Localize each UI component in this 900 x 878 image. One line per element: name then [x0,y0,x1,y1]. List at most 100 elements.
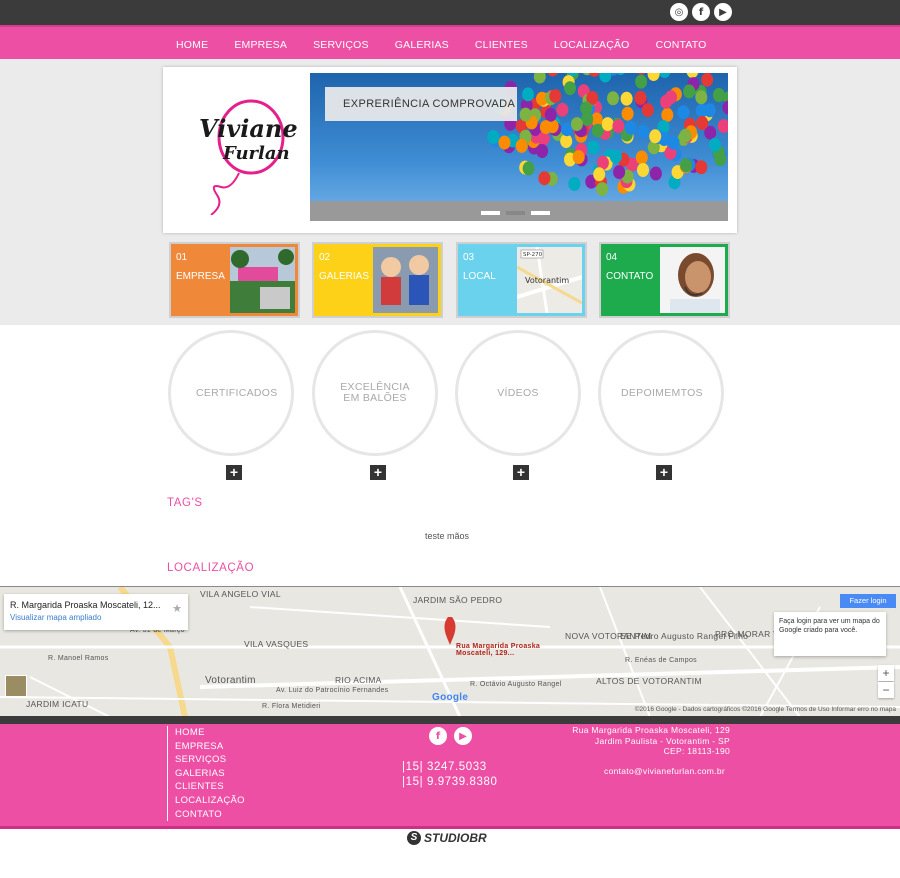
plus-button-videos[interactable]: + [513,465,529,480]
footer-link-home[interactable]: HOME [175,726,245,740]
address-line: Jardim Paulista - Votorantim - SP [594,735,730,746]
main-nav: HOME EMPRESA SERVIÇOS GALERIAS CLIENTES … [0,25,900,59]
balloon-shape [572,150,585,165]
balloon-shape [587,140,600,155]
feature-label: CERTIFICADOS [196,386,278,399]
tag-item[interactable]: teste mãos [425,531,469,541]
balloon-shape [580,101,593,116]
footer-divider [0,716,900,724]
plus-button-excelencia[interactable]: + [370,465,386,480]
balloon-shape [544,107,557,122]
satellite-thumbnail[interactable] [5,675,27,697]
address-line: Rua Margarida Proaska Moscateli, 129 [572,725,730,735]
phone-2[interactable]: |15| 9.9739.8380 [402,775,498,790]
zoom-out-button[interactable]: − [878,682,894,698]
footer-link-galerias[interactable]: GALERIAS [175,767,245,781]
youtube-icon[interactable]: ▶ [454,727,472,745]
balloons-image [487,73,728,197]
nav-item-home[interactable]: HOME [176,39,208,51]
balloon-shape [560,134,573,149]
slider-dot-1[interactable] [481,211,500,215]
balloon-shape [637,73,646,75]
balloon-shape [570,117,583,132]
balloon-shape [637,124,650,139]
plus-button-certificados[interactable]: + [226,465,242,480]
balloon-shape [556,102,569,117]
balloon-shape [679,128,692,143]
map-card-link[interactable]: Visualizar mapa ampliado [10,613,188,622]
map-street: R. Flora Metidieri [262,703,321,710]
local-map: SP-270 Votorantim [517,247,582,313]
tags-title: TAG'S [167,497,203,509]
phone-1[interactable]: |15| 3247.5033 [402,760,498,775]
feature-certificados[interactable]: CERTIFICADOS [168,330,294,456]
footer-social: f ▶ [429,727,472,745]
facebook-icon[interactable]: f [429,727,447,745]
plus-button-depoimentos[interactable]: + [656,465,672,480]
balloon-shape [712,88,725,102]
balloon-shape [665,90,677,105]
balloon-shape [536,144,549,158]
footer-link-clientes[interactable]: CLIENTES [175,780,245,794]
balloon-shape [658,73,671,78]
studio-credit[interactable]: S STUDIOBR [407,831,487,845]
balloon-shape [589,73,600,77]
tile-label: LOCAL [463,271,496,282]
balloon-shape [538,171,551,186]
footer-link-empresa[interactable]: EMPRESA [175,740,245,754]
zoom-in-button[interactable]: + [878,665,894,681]
globe-icon[interactable]: ◎ [670,3,688,21]
login-button[interactable]: Fazer login [840,594,896,608]
nav-item-contato[interactable]: CONTATO [656,39,707,51]
nav-item-localizacao[interactable]: LOCALIZAÇÃO [554,39,630,51]
footer-link-contato[interactable]: CONTATO [175,808,245,822]
nav-item-galerias[interactable]: GALERIAS [395,39,449,51]
map-street: R. Octávio Augusto Rangel [470,681,562,688]
balloon-shape [498,135,511,150]
tile-number: 01 [176,252,188,263]
balloon-shape [634,90,647,105]
logo[interactable]: Viviane Furlan [191,95,301,215]
location-map[interactable]: VILA ANGELO VIAL JARDIM SÃO PEDRO VILA V… [0,586,900,716]
banner: Viviane Furlan EXPRERIÊNCIA COMPROVADA [163,67,737,233]
slider-dot-2[interactable] [506,211,525,215]
balloon-shape [677,105,690,120]
footer-menu: HOME EMPRESA SERVIÇOS GALERIAS CLIENTES … [167,726,245,822]
tile-label: EMPRESA [176,271,225,282]
footer-link-servicos[interactable]: SERVIÇOS [175,753,245,767]
balloon-shape [609,149,622,164]
tile-galerias[interactable]: 02 GALERIAS [312,242,443,318]
footer-email[interactable]: contato@vivianefurlan.com.br [604,766,725,776]
tile-empresa[interactable]: 01 EMPRESA [169,242,300,318]
footer: HOME EMPRESA SERVIÇOS GALERIAS CLIENTES … [0,724,900,826]
top-bar: ◎ f ▶ [0,0,900,25]
balloon-shape [624,120,637,135]
map-attribution: ©2016 Google - Dados cartográficos ©2016… [634,706,896,713]
youtube-icon[interactable]: ▶ [714,3,732,21]
tile-local[interactable]: 03 LOCAL SP-270 Votorantim [456,242,587,318]
feature-videos[interactable]: VÍDEOS [455,330,581,456]
footer-link-localizacao[interactable]: LOCALIZAÇÃO [175,794,245,808]
map-place: JARDIM SÃO PEDRO [413,595,503,605]
slider-dot-3[interactable] [531,211,550,215]
credit-text: STUDIOBR [424,831,487,845]
balloon-shape [564,81,576,96]
facebook-icon[interactable]: f [692,3,710,21]
feature-depoimentos[interactable]: DEPOIMEMTOS [598,330,724,456]
balloon-shape [568,176,581,191]
balloon-shape [641,103,654,118]
feature-excelencia[interactable]: EXCELÊNCIA EM BALÕES [312,330,438,456]
contato-photo [660,247,725,313]
balloon-shape [708,137,721,152]
nav-item-clientes[interactable]: CLIENTES [475,39,528,51]
nav-item-servicos[interactable]: SERVIÇOS [313,39,369,51]
tile-contato[interactable]: 04 CONTATO [599,242,730,318]
balloon-shape [613,165,626,180]
balloon-shape [680,158,693,173]
balloon-shape [649,129,662,144]
nav-item-empresa[interactable]: EMPRESA [234,39,287,51]
tile-number: 02 [319,252,331,263]
map-street: Av. Luiz do Patrocínio Fernandes [276,687,389,694]
slide-image[interactable]: EXPRERIÊNCIA COMPROVADA [310,73,728,221]
star-icon[interactable]: ★ [172,602,182,615]
